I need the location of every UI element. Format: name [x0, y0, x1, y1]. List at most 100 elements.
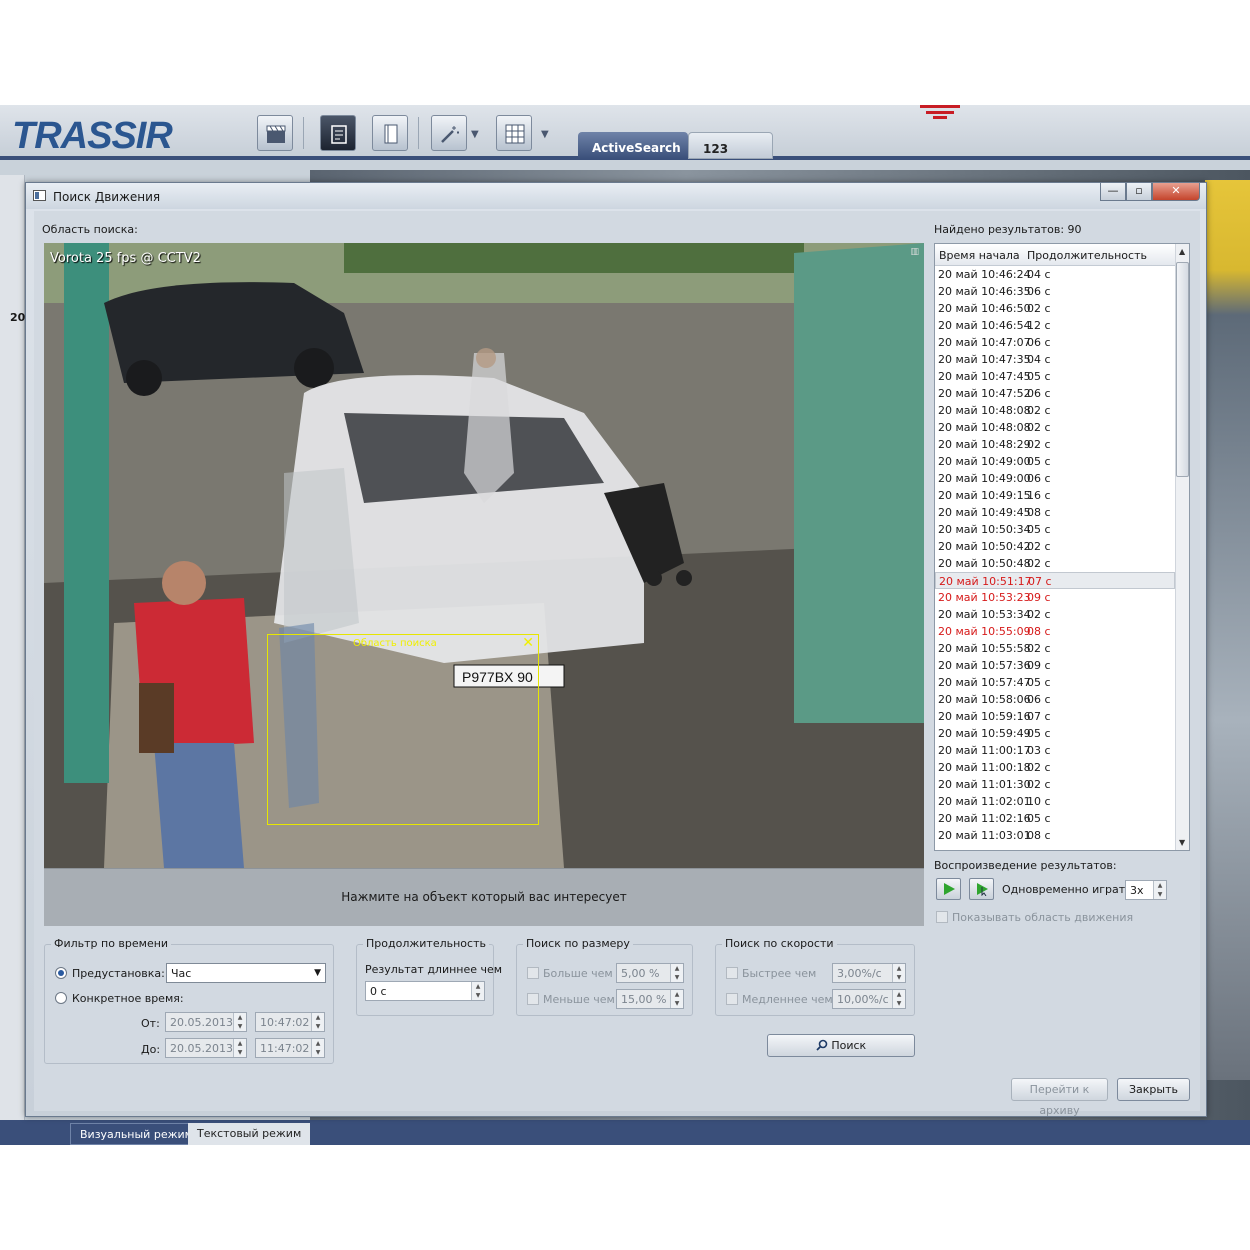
- result-duration: 02 с: [1027, 557, 1051, 570]
- larger-than-field[interactable]: 5,00 % ▲ ▼: [616, 963, 684, 983]
- text-mode-tab[interactable]: Текстовый режим: [188, 1123, 311, 1145]
- result-row[interactable]: 20 май 10:55:09 08 с: [935, 623, 1175, 640]
- result-row[interactable]: 20 май 10:50:34 05 с: [935, 521, 1175, 538]
- motion-search-dialog: Поиск Движения — ▫ ✕ Область поиска: P97…: [25, 182, 1207, 1117]
- result-row[interactable]: 20 май 10:50:42 02 с: [935, 538, 1175, 555]
- column-start-time[interactable]: Время начала: [939, 249, 1020, 262]
- smaller-than-field[interactable]: 15,00 % ▲ ▼: [616, 989, 684, 1009]
- slower-than-checkbox[interactable]: [726, 993, 738, 1005]
- result-row[interactable]: 20 май 10:50:48 02 с: [935, 555, 1175, 572]
- preset-radio[interactable]: [55, 967, 67, 979]
- result-row[interactable]: 20 май 10:47:52 06 с: [935, 385, 1175, 402]
- result-row[interactable]: 20 май 10:49:00 05 с: [935, 453, 1175, 470]
- simultaneous-stepper[interactable]: 3x ▲ ▼: [1125, 880, 1167, 900]
- result-duration: 02 с: [1027, 302, 1051, 315]
- result-row[interactable]: 20 май 11:03:01 08 с: [935, 827, 1175, 844]
- tab-123[interactable]: 123: [688, 132, 773, 159]
- results-list[interactable]: Время начала Продолжительность 20 май 10…: [934, 243, 1190, 851]
- tab-activesearch[interactable]: ActiveSearch: [578, 132, 688, 159]
- play-cursor-icon: [977, 883, 988, 896]
- scroll-up-icon[interactable]: ▲: [1179, 247, 1185, 256]
- faster-than-field[interactable]: 3,00%/с ▲ ▼: [832, 963, 906, 983]
- scroll-down-icon[interactable]: ▼: [1179, 838, 1185, 847]
- close-window-button[interactable]: ✕: [1152, 183, 1200, 201]
- preset-select[interactable]: Час ▼: [166, 963, 326, 983]
- alarm-indicator-icon[interactable]: [920, 105, 960, 119]
- magic-wand-icon-button[interactable]: [431, 115, 467, 151]
- search-area-rectangle-label: Область поиска: [353, 638, 437, 649]
- search-area-rectangle[interactable]: Область поиска ✕: [267, 634, 539, 825]
- minimize-button[interactable]: —: [1100, 183, 1126, 201]
- show-area-checkbox[interactable]: [936, 911, 948, 923]
- result-row[interactable]: 20 май 11:02:01 10 с: [935, 793, 1175, 810]
- result-row[interactable]: 20 май 10:47:07 06 с: [935, 334, 1175, 351]
- result-row[interactable]: 20 май 10:59:49 05 с: [935, 725, 1175, 742]
- result-row[interactable]: 20 май 10:46:24 04 с: [935, 266, 1175, 283]
- result-row[interactable]: 20 май 10:57:47 05 с: [935, 674, 1175, 691]
- close-icon[interactable]: ✕: [522, 635, 534, 651]
- result-row[interactable]: 20 май 10:57:36 09 с: [935, 657, 1175, 674]
- result-row[interactable]: 20 май 10:49:45 08 с: [935, 504, 1175, 521]
- result-row[interactable]: 20 май 10:49:15 16 с: [935, 487, 1175, 504]
- stepper-arrows-icon[interactable]: ▲ ▼: [1153, 881, 1166, 899]
- play-button[interactable]: [936, 878, 961, 900]
- result-row[interactable]: 20 май 10:46:35 06 с: [935, 283, 1175, 300]
- result-row[interactable]: 20 май 11:01:30 02 с: [935, 776, 1175, 793]
- from-time-field[interactable]: 10:47:02 ▲ ▼: [255, 1012, 325, 1032]
- play-selected-button[interactable]: [969, 878, 994, 900]
- to-time-field[interactable]: 11:47:02 ▲ ▼: [255, 1038, 325, 1058]
- result-row[interactable]: 20 май 10:48:08 02 с: [935, 402, 1175, 419]
- slower-than-field[interactable]: 10,00%/с ▲ ▼: [832, 989, 906, 1009]
- result-row[interactable]: 20 май 11:02:16 05 с: [935, 810, 1175, 827]
- result-start-time: 20 май 10:46:24: [938, 268, 1031, 281]
- clapper-icon-button[interactable]: [257, 115, 293, 151]
- stepper-arrows-icon[interactable]: ▲ ▼: [471, 982, 484, 1000]
- result-row[interactable]: 20 май 10:48:29 02 с: [935, 436, 1175, 453]
- result-row[interactable]: 20 май 10:53:34 02 с: [935, 606, 1175, 623]
- result-row[interactable]: 20 май 10:48:08 02 с: [935, 419, 1175, 436]
- result-row[interactable]: 20 май 10:59:16 07 с: [935, 708, 1175, 725]
- camera-view[interactable]: P977BX 90 Vorota 25 fps @ CCTV2 ▥ Област…: [44, 243, 924, 868]
- result-row[interactable]: 20 май 10:47:45 05 с: [935, 368, 1175, 385]
- goto-archive-button[interactable]: Перейти к архиву: [1011, 1078, 1108, 1117]
- visual-mode-tab[interactable]: Визуальный режим: [70, 1123, 203, 1145]
- chevron-down-icon[interactable]: ▼: [541, 129, 549, 140]
- faster-than-value: 3,00%/с: [837, 967, 882, 980]
- book-icon-button[interactable]: [372, 115, 408, 151]
- close-button[interactable]: Закрыть: [1117, 1078, 1190, 1101]
- from-date-field[interactable]: 20.05.2013 ▲ ▼: [165, 1012, 247, 1032]
- result-duration: 07 с: [1028, 575, 1052, 588]
- specific-time-radio[interactable]: [55, 992, 67, 1004]
- result-row[interactable]: 20 май 10:49:00 06 с: [935, 470, 1175, 487]
- from-date-value: 20.05.2013: [170, 1016, 233, 1029]
- trassir-logo: TRASSIR: [12, 115, 173, 157]
- result-row[interactable]: 20 май 10:55:58 02 с: [935, 640, 1175, 657]
- result-duration: 02 с: [1027, 761, 1051, 774]
- notepad-icon-button[interactable]: [320, 115, 356, 151]
- to-date-field[interactable]: 20.05.2013 ▲ ▼: [165, 1038, 247, 1058]
- hint-text: Нажмите на объект который вас интересует: [341, 890, 627, 904]
- left-timeline-panel: 20: [0, 175, 25, 1125]
- result-row[interactable]: 20 май 10:53:23 09 с: [935, 589, 1175, 606]
- search-button[interactable]: Поиск: [767, 1034, 915, 1057]
- magic-wand-icon: [441, 126, 459, 143]
- result-duration: 08 с: [1027, 829, 1051, 842]
- result-row[interactable]: 20 май 11:00:18 02 с: [935, 759, 1175, 776]
- result-row[interactable]: 20 май 10:58:06 06 с: [935, 691, 1175, 708]
- result-row[interactable]: 20 май 10:51:17 07 с: [935, 572, 1175, 589]
- layout-grid-icon-button[interactable]: [496, 115, 532, 151]
- column-duration[interactable]: Продолжительность: [1027, 249, 1147, 262]
- slower-than-value: 10,00%/с: [837, 993, 889, 1006]
- maximize-button[interactable]: ▫: [1126, 183, 1152, 201]
- smaller-than-checkbox[interactable]: [527, 993, 539, 1005]
- result-row[interactable]: 20 май 10:46:54 12 с: [935, 317, 1175, 334]
- result-row[interactable]: 20 май 10:47:35 04 с: [935, 351, 1175, 368]
- larger-than-checkbox[interactable]: [527, 967, 539, 979]
- faster-than-checkbox[interactable]: [726, 967, 738, 979]
- result-row[interactable]: 20 май 10:46:50 02 с: [935, 300, 1175, 317]
- duration-stepper[interactable]: 0 с ▲ ▼: [365, 981, 485, 1001]
- dialog-titlebar[interactable]: Поиск Движения — ▫ ✕: [26, 183, 1206, 209]
- result-row[interactable]: 20 май 11:00:17 03 с: [935, 742, 1175, 759]
- chevron-down-icon[interactable]: ▼: [471, 129, 479, 140]
- scrollbar-thumb[interactable]: [1176, 262, 1189, 477]
